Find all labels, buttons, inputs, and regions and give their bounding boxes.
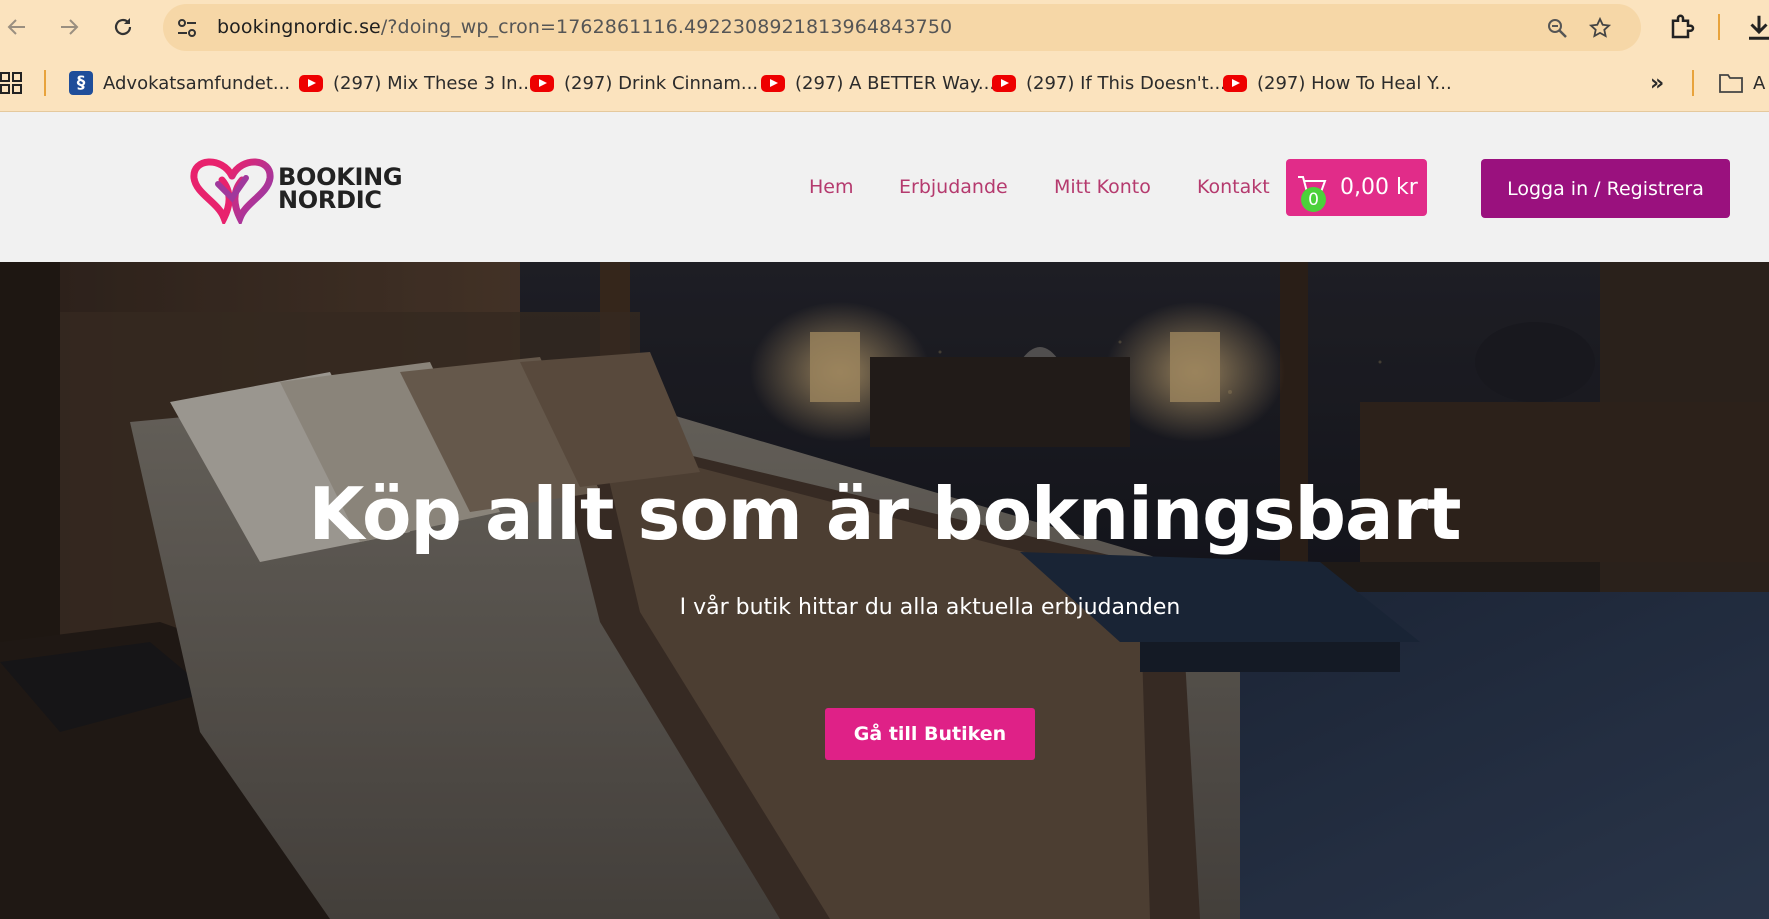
hero-section: Köp allt som är bokningsbart I vår butik…: [0, 262, 1769, 919]
bookmarks-divider: [44, 70, 46, 96]
reload-button[interactable]: [106, 10, 140, 44]
browser-toolbar: bookingnordic.se/?doing_wp_cron=17628611…: [0, 0, 1769, 55]
url-host: bookingnordic.se: [217, 16, 381, 38]
download-icon[interactable]: [1744, 12, 1769, 42]
toolbar-divider: [1718, 14, 1720, 40]
bookmark-item[interactable]: (297) A BETTER Way...: [761, 69, 995, 97]
bookmark-item[interactable]: § Advokatsamfundet...: [69, 69, 290, 97]
site-info-icon[interactable]: [175, 16, 199, 40]
url-text[interactable]: bookingnordic.se/?doing_wp_cron=17628611…: [217, 16, 952, 38]
hero-subtitle: I vår butik hittar du alla aktuella erbj…: [679, 595, 1181, 620]
cart-button[interactable]: 0 0,00 kr: [1286, 159, 1427, 216]
cart-count-badge: 0: [1301, 187, 1326, 212]
youtube-icon: [299, 74, 323, 92]
nav-link-contact[interactable]: Kontakt: [1197, 176, 1270, 198]
zoom-icon[interactable]: [1545, 16, 1569, 40]
nav-link-account[interactable]: Mitt Konto: [1054, 176, 1151, 198]
bookmarks-divider: [1692, 70, 1694, 96]
bookmark-label: (297) A BETTER Way...: [795, 72, 996, 94]
bookmark-star-icon[interactable]: [1588, 16, 1612, 40]
login-register-button[interactable]: Logga in / Registrera: [1481, 159, 1730, 218]
youtube-icon: [530, 74, 554, 92]
logo-heart-icon: [190, 158, 274, 224]
logo[interactable]: BOOKING NORDIC: [188, 154, 403, 224]
nav-link-offers[interactable]: Erbjudande: [899, 176, 1008, 198]
back-arrow-icon: [7, 19, 25, 35]
advokatsamfundet-icon: §: [69, 71, 93, 95]
site-header: BOOKING NORDIC Hem Erbjudande Mitt Konto…: [0, 112, 1769, 262]
youtube-icon: [761, 74, 785, 92]
extensions-icon[interactable]: [1668, 12, 1698, 42]
folder-icon: [1719, 74, 1743, 93]
logo-line-2: NORDIC: [278, 186, 382, 214]
bookmarks-bar: § Advokatsamfundet... (297) Mix These 3 …: [0, 55, 1769, 112]
hero-title: Köp allt som är bokningsbart: [308, 472, 1461, 556]
nav-link-home[interactable]: Hem: [809, 176, 854, 198]
youtube-icon: [1223, 74, 1247, 92]
forward-button[interactable]: [52, 10, 86, 44]
hero-background-image: [0, 262, 1769, 919]
bookmark-label: (297) Drink Cinnam...: [564, 72, 759, 94]
go-to-shop-button[interactable]: Gå till Butiken: [825, 708, 1035, 760]
youtube-icon: [992, 74, 1016, 92]
bookmark-folder-label: A: [1753, 72, 1766, 94]
bookmark-item[interactable]: (297) Drink Cinnam...: [530, 69, 758, 97]
forward-arrow-icon: [61, 19, 79, 35]
bookmark-item[interactable]: (297) Mix These 3 In...: [299, 69, 535, 97]
logo-text: BOOKING NORDIC: [278, 165, 403, 214]
back-button[interactable]: [0, 10, 34, 44]
bookmark-label: Advokatsamfundet...: [103, 72, 291, 94]
bookmark-item[interactable]: (297) If This Doesn't...: [992, 69, 1226, 97]
url-path: /?doing_wp_cron=1762861116.4922308921813…: [380, 16, 953, 38]
apps-grid-icon[interactable]: [0, 71, 24, 95]
address-bar[interactable]: bookingnordic.se/?doing_wp_cron=17628611…: [163, 4, 1641, 51]
bookmark-item[interactable]: (297) How To Heal Y...: [1223, 69, 1452, 97]
bookmark-label: (297) Mix These 3 In...: [333, 72, 535, 94]
bookmark-label: (297) How To Heal Y...: [1257, 72, 1452, 94]
bookmark-folder[interactable]: A: [1719, 69, 1765, 97]
cart-total: 0,00 kr: [1340, 175, 1418, 200]
chevron-double-right-icon: »: [1650, 70, 1665, 96]
bookmark-label: (297) If This Doesn't...: [1026, 72, 1226, 94]
reload-icon: [114, 18, 132, 36]
bookmarks-overflow-button[interactable]: »: [1650, 69, 1664, 97]
